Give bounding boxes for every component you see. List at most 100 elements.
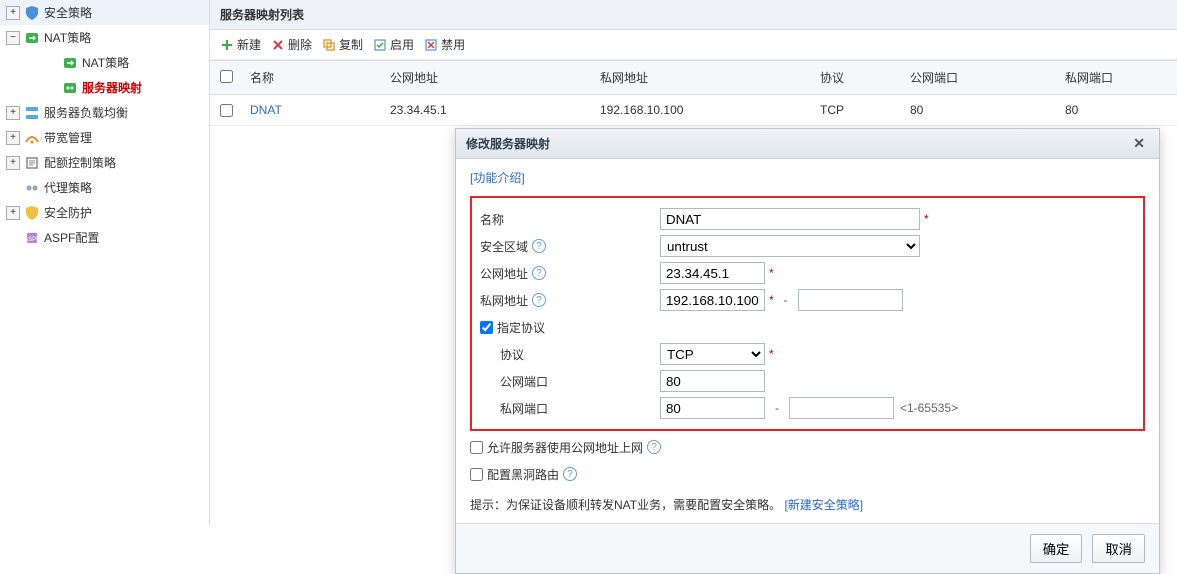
sidebar-item-slb[interactable]: + 服务器负载均衡: [0, 100, 209, 125]
expander-icon[interactable]: −: [6, 31, 20, 45]
header-pubport[interactable]: 公网端口: [900, 61, 1055, 94]
name-input[interactable]: [660, 208, 920, 230]
load-balance-icon: [24, 105, 40, 121]
sidebar-item-label: 安全防护: [44, 204, 92, 221]
select-all-checkbox[interactable]: [220, 70, 233, 83]
sidebar-item-defense[interactable]: + 安全防护: [0, 200, 209, 225]
pubip-input[interactable]: [660, 262, 765, 284]
enable-icon: [373, 38, 387, 52]
expander-icon[interactable]: +: [6, 106, 20, 120]
highlight-region: 名称 * 安全区域 ? untrust 公网地址 ?: [470, 196, 1145, 431]
expander-icon[interactable]: +: [6, 156, 20, 170]
button-label: 删除: [288, 36, 312, 53]
expander-icon[interactable]: +: [6, 6, 20, 20]
sidebar-item-nat-policy-sub[interactable]: NAT策略: [0, 50, 209, 75]
proxy-icon: [24, 180, 40, 196]
label-allow-pub: 允许服务器使用公网地址上网: [487, 439, 643, 456]
copy-button[interactable]: 复制: [322, 36, 363, 53]
sidebar-item-label: NAT策略: [82, 54, 129, 71]
sidebar-item-quota[interactable]: + 配额控制策略: [0, 150, 209, 175]
dialog-body: [功能介绍] 名称 * 安全区域 ? untrust: [456, 159, 1159, 523]
grid: 名称 公网地址 私网地址 协议 公网端口 私网端口 DNAT 23.34.45.…: [210, 60, 1177, 126]
sidebar-item-aspf[interactable]: ASPF ASPF配置: [0, 225, 209, 250]
zone-select[interactable]: untrust: [660, 235, 920, 257]
row-pubport: 80: [900, 95, 1055, 125]
expander-spacer: [6, 231, 20, 245]
row-checkbox-cell: [210, 95, 240, 125]
help-icon[interactable]: ?: [532, 239, 546, 253]
new-security-policy-link[interactable]: [新建安全策略]: [784, 498, 863, 512]
x-icon: [271, 38, 285, 52]
sidebar-item-label: NAT策略: [44, 29, 91, 46]
sidebar-item-proxy[interactable]: 代理策略: [0, 175, 209, 200]
aspf-icon: ASPF: [24, 230, 40, 246]
pubport-input[interactable]: [660, 370, 765, 392]
row-name-link[interactable]: DNAT: [240, 95, 380, 125]
tip-text: 提示：为保证设备顺利转发NAT业务，需要配置安全策略。: [470, 498, 781, 512]
sidebar-item-label: ASPF配置: [44, 229, 99, 246]
label-pubport: 公网端口: [480, 373, 660, 390]
cancel-button[interactable]: 取消: [1092, 534, 1145, 563]
range-hint: <1-65535>: [900, 401, 958, 415]
shield-icon: [24, 5, 40, 21]
close-icon[interactable]: ✕: [1129, 135, 1149, 152]
help-icon[interactable]: ?: [647, 440, 661, 454]
label-pubip: 公网地址 ?: [480, 265, 660, 282]
privip-end-input[interactable]: [798, 289, 903, 311]
blackhole-checkbox[interactable]: [470, 468, 483, 481]
sidebar-item-security-policy[interactable]: + 安全策略: [0, 0, 209, 25]
enable-button[interactable]: 启用: [373, 36, 414, 53]
label-privport: 私网端口: [480, 400, 660, 417]
help-icon[interactable]: ?: [563, 467, 577, 481]
header-checkbox-cell: [210, 61, 240, 94]
header-proto[interactable]: 协议: [810, 61, 900, 94]
dialog-titlebar[interactable]: 修改服务器映射 ✕: [456, 129, 1159, 159]
proto-select[interactable]: TCP: [660, 343, 765, 365]
row-checkbox[interactable]: [220, 104, 233, 117]
sidebar: + 安全策略 − NAT策略 NAT策略 服务器映射 + 服务器负载均衡 + 带: [0, 0, 210, 525]
help-icon[interactable]: ?: [532, 293, 546, 307]
function-intro-link[interactable]: [功能介绍]: [470, 169, 525, 186]
bandwidth-icon: [24, 130, 40, 146]
expander-icon[interactable]: +: [6, 131, 20, 145]
dialog-footer: 确定 取消: [456, 523, 1159, 573]
required-mark: *: [769, 293, 774, 307]
spec-proto-checkbox[interactable]: [480, 321, 493, 334]
row-pubip: 23.34.45.1: [380, 95, 590, 125]
label-proto: 协议: [480, 346, 660, 363]
label-privip: 私网地址 ?: [480, 292, 660, 309]
privport-end-input[interactable]: [789, 397, 894, 419]
sidebar-item-bandwidth[interactable]: + 带宽管理: [0, 125, 209, 150]
ok-button[interactable]: 确定: [1030, 534, 1083, 563]
new-button[interactable]: 新建: [220, 36, 261, 53]
disable-button[interactable]: 禁用: [424, 36, 465, 53]
sidebar-item-label: 安全策略: [44, 4, 92, 21]
row-proto: TCP: [810, 95, 900, 125]
privip-start-input[interactable]: [660, 289, 765, 311]
header-name[interactable]: 名称: [240, 61, 380, 94]
sidebar-item-label: 配额控制策略: [44, 154, 116, 171]
label-spec-proto: 指定协议: [480, 319, 660, 336]
header-privip[interactable]: 私网地址: [590, 61, 810, 94]
sidebar-item-label: 代理策略: [44, 179, 92, 196]
button-label: 禁用: [441, 36, 465, 53]
dialog: 修改服务器映射 ✕ [功能介绍] 名称 * 安全区域 ? untrust: [455, 128, 1160, 574]
edit-server-mapping-dialog: 修改服务器映射 ✕ [功能介绍] 名称 * 安全区域 ? untrust: [455, 128, 1160, 574]
sidebar-item-label: 服务器负载均衡: [44, 104, 128, 121]
header-pubip[interactable]: 公网地址: [380, 61, 590, 94]
expander-icon[interactable]: +: [6, 206, 20, 220]
toolbar: 新建 删除 复制 启用 禁用: [210, 30, 1177, 60]
sidebar-item-label: 带宽管理: [44, 129, 92, 146]
defense-shield-icon: [24, 205, 40, 221]
required-mark: *: [769, 266, 774, 280]
header-privport[interactable]: 私网端口: [1055, 61, 1177, 94]
expander-spacer: [44, 56, 58, 70]
delete-button[interactable]: 删除: [271, 36, 312, 53]
sidebar-item-server-mapping[interactable]: 服务器映射: [0, 75, 209, 100]
sidebar-item-nat-policy[interactable]: − NAT策略: [0, 25, 209, 50]
allow-pub-checkbox[interactable]: [470, 441, 483, 454]
table-row[interactable]: DNAT 23.34.45.1 192.168.10.100 TCP 80 80: [210, 95, 1177, 126]
help-icon[interactable]: ?: [532, 266, 546, 280]
range-dash: -: [775, 401, 779, 415]
privport-start-input[interactable]: [660, 397, 765, 419]
